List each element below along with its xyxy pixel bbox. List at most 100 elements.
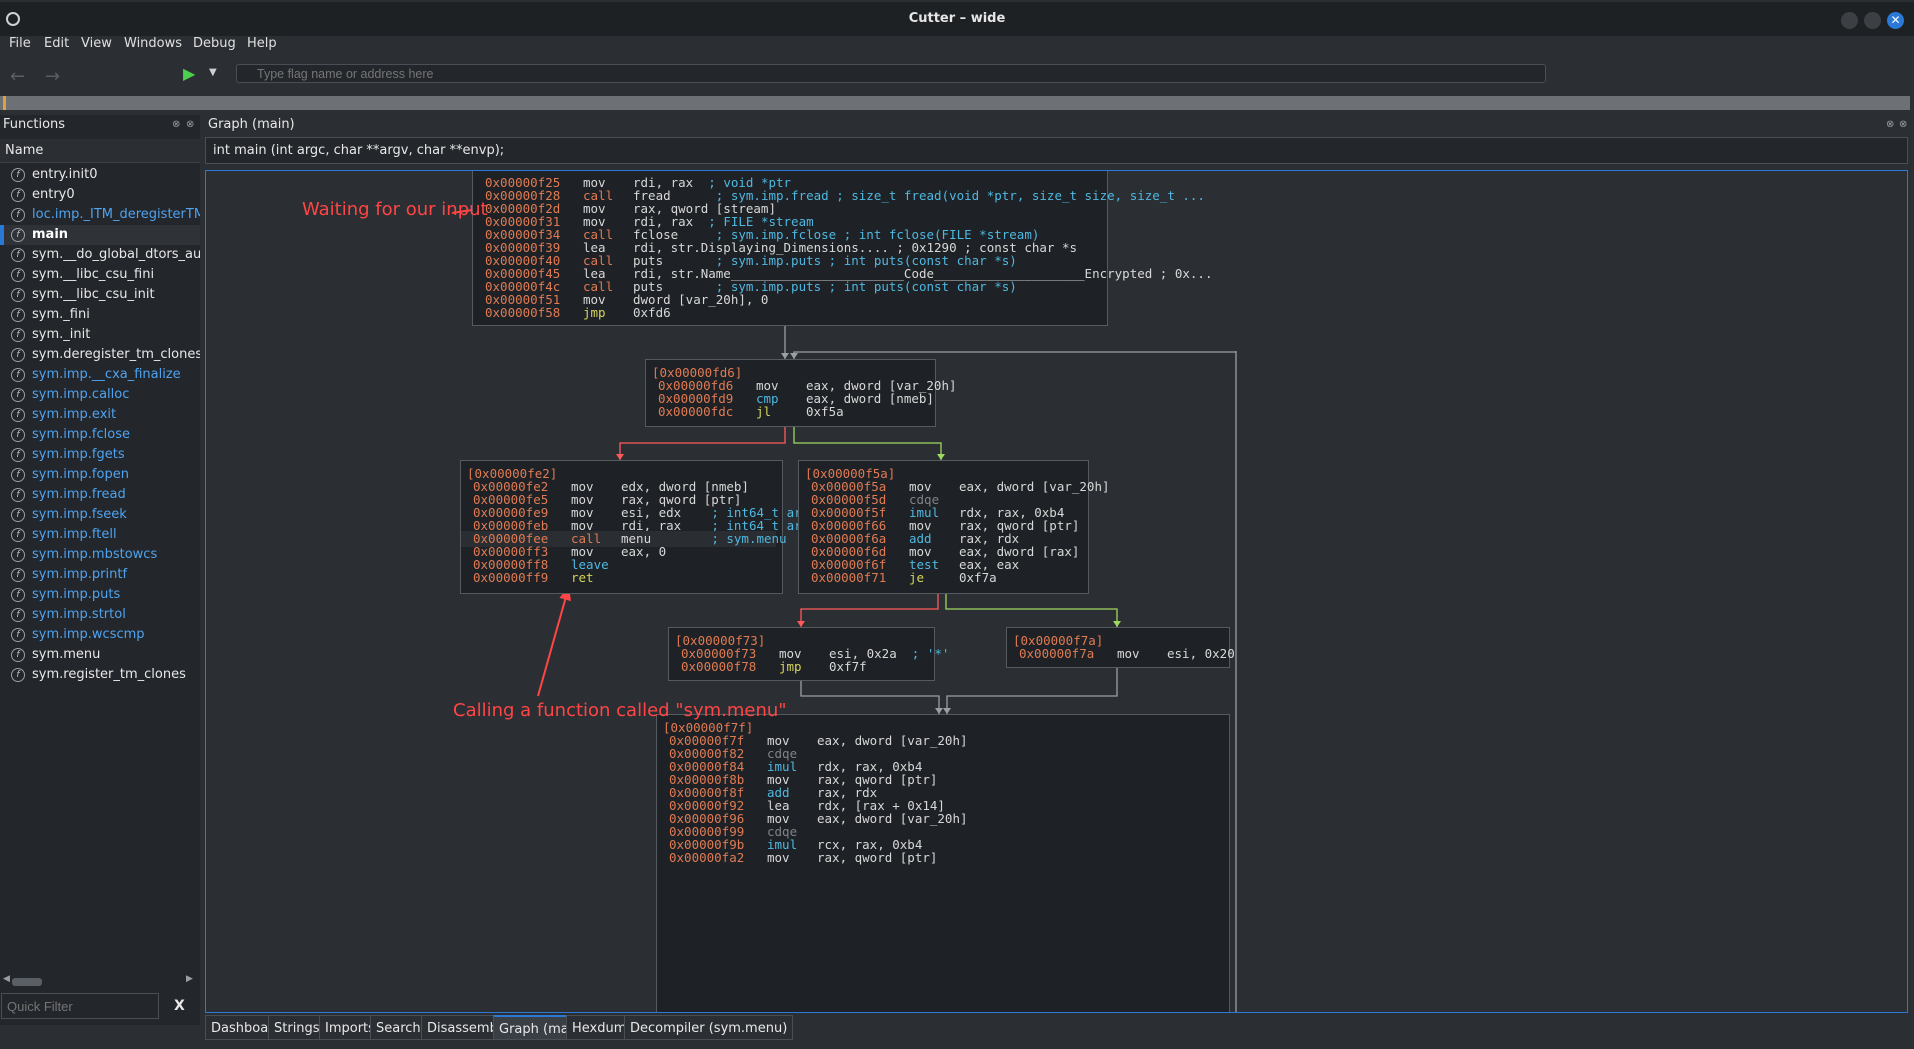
function-name: sym.imp.strtol [32, 607, 126, 622]
map-position-marker [3, 96, 6, 110]
function-item[interactable]: f sym.__do_global_dtors_aux [0, 245, 200, 265]
instruction-row[interactable]: 0x00000f78 jmp 0xf7f [669, 659, 928, 675]
instruction-row[interactable]: 0x00000fdc jl 0xf5a [646, 404, 929, 420]
dock-close-icon[interactable]: ⊗ [186, 119, 194, 130]
function-item[interactable]: f entry.init0 [0, 165, 200, 185]
function-item[interactable]: f sym._init [0, 325, 200, 345]
basic-block[interactable]: [0x00000fe2] 0x00000fe2 mov edx, dword [nme… [460, 460, 817, 594]
close-window-button[interactable]: ✕ [1887, 12, 1904, 29]
function-item[interactable]: f sym.__libc_csu_fini [0, 265, 200, 285]
menu-windows[interactable]: Windows [124, 36, 182, 51]
function-icon: f [11, 648, 25, 662]
function-item[interactable]: f main [0, 225, 200, 245]
basic-block[interactable]: [0x00000f5a] 0x00000f5a mov eax, dword [var… [798, 460, 1110, 594]
tab-search[interactable]: Search [370, 1015, 427, 1040]
scroll-thumb[interactable] [12, 978, 42, 986]
basic-block[interactable]: [0x00000f7f] 0x00000f7f mov eax, dword [var… [656, 714, 1230, 1012]
basic-block[interactable]: 0x00000f25 mov rdi, rax ; void *ptr 0x00000… [472, 171, 1212, 326]
functions-column-header[interactable]: Name [0, 139, 200, 163]
function-item[interactable]: f loc.imp._ITM_deregisterTMC [0, 205, 200, 225]
forward-arrow-icon[interactable]: → [45, 66, 75, 88]
minimize-button[interactable] [1841, 12, 1858, 29]
functions-list: f entry.init0 f entry0 f loc.imp._ITM_deregis… [0, 165, 200, 685]
function-item[interactable]: f sym.imp.fread [0, 485, 200, 505]
function-name: loc.imp._ITM_deregisterTMC [32, 207, 200, 222]
instruction-row[interactable]: 0x00000fa2 mov rax, qword [ptr] [657, 850, 1223, 866]
function-name: sym.__libc_csu_init [32, 287, 155, 302]
function-item[interactable]: f sym._fini [0, 305, 200, 325]
function-icon: f [11, 668, 25, 682]
edge-f5a-f73 [800, 594, 939, 627]
window-title: Cutter – wide [908, 11, 1006, 26]
basic-block[interactable]: [0x00000f7a] 0x00000f7a mov esi, 0x20 [1006, 627, 1235, 668]
graph-canvas[interactable]: 0x00000f25 mov rdi, rax ; void *ptr 0x00000… [205, 170, 1908, 1013]
function-icon: f [11, 548, 25, 562]
basic-block[interactable]: [0x00000fd6] 0x00000fd6 mov eax, dword [var… [645, 359, 957, 427]
function-name: sym.imp.puts [32, 587, 121, 602]
instruction-address: 0x00000ff9 [473, 570, 549, 585]
function-item[interactable]: f sym.imp.fseek [0, 505, 200, 525]
menu-file[interactable]: File [9, 36, 31, 51]
function-icon: f [11, 168, 25, 182]
function-name: sym.imp.__cxa_finalize [32, 367, 181, 382]
function-name: sym.imp.fread [32, 487, 126, 502]
dock-float-icon[interactable]: ⊗ [172, 119, 180, 130]
back-arrow-icon[interactable]: ← [10, 66, 40, 88]
function-item[interactable]: f sym.imp.strtol [0, 605, 200, 625]
menu-debug[interactable]: Debug [193, 36, 236, 51]
instruction-row[interactable]: 0x00000f7a mov esi, 0x20 [1007, 646, 1235, 662]
function-item[interactable]: f sym.imp.mbstowcs [0, 545, 200, 565]
function-item[interactable]: f sym.imp.calloc [0, 385, 200, 405]
function-icon: f [11, 288, 25, 302]
function-item[interactable]: f sym.imp.fopen [0, 465, 200, 485]
tab-strings[interactable]: Strings [268, 1015, 326, 1040]
function-name: sym.imp.fopen [32, 467, 129, 482]
graph-dock-close-icon[interactable]: ⊗ [1899, 119, 1907, 130]
function-item[interactable]: f sym.register_tm_clones [0, 665, 200, 685]
function-name: sym.menu [32, 647, 101, 662]
function-icon: f [11, 388, 25, 402]
function-icon: f [11, 248, 25, 262]
function-item[interactable]: f sym.imp.puts [0, 585, 200, 605]
function-item[interactable]: f entry0 [0, 185, 200, 205]
function-name: entry.init0 [32, 167, 98, 182]
functions-hscrollbar[interactable]: ◀ ▶ [0, 974, 198, 987]
function-item[interactable]: f sym.deregister_tm_clones [0, 345, 200, 365]
function-item[interactable]: f sym.imp.wcscmp [0, 625, 200, 645]
function-item[interactable]: f sym.imp.fclose [0, 425, 200, 445]
function-icon: f [11, 428, 25, 442]
clear-filter-button[interactable]: X [174, 998, 185, 1014]
function-item[interactable]: f sym.imp.fgets [0, 445, 200, 465]
function-icon: f [11, 308, 25, 322]
menu-help[interactable]: Help [247, 36, 277, 51]
instruction-row[interactable]: 0x00000f58 jmp 0xfd6 [473, 305, 1101, 321]
function-icon: f [11, 208, 25, 222]
instruction-operands: 0xfd6 [633, 305, 671, 320]
maximize-button[interactable] [1864, 12, 1881, 29]
function-icon: f [11, 328, 25, 342]
start-debug-icon[interactable]: ▶ [183, 64, 195, 83]
function-item[interactable]: f sym.imp.printf [0, 565, 200, 585]
function-item[interactable]: f sym.menu [0, 645, 200, 665]
function-name: sym.imp.ftell [32, 527, 117, 542]
tab-decompiler-sym-menu[interactable]: Decompiler (sym.menu) [624, 1015, 794, 1040]
instruction-row[interactable]: 0x00000ff9 ret [461, 570, 776, 586]
menu-view[interactable]: View [81, 36, 112, 51]
menu-edit[interactable]: Edit [44, 36, 69, 51]
title-bar: Cutter – wide ✕ [0, 0, 1914, 36]
function-item[interactable]: f sym.imp.__cxa_finalize [0, 365, 200, 385]
search-input[interactable] [236, 64, 1546, 83]
scroll-left-icon[interactable]: ◀ [3, 974, 10, 984]
function-icon: f [11, 528, 25, 542]
function-item[interactable]: f sym.__libc_csu_init [0, 285, 200, 305]
instruction-mnemonic: jl [756, 404, 772, 419]
scroll-right-icon[interactable]: ▶ [186, 974, 193, 984]
function-item[interactable]: f sym.imp.ftell [0, 525, 200, 545]
function-item[interactable]: f sym.imp.exit [0, 405, 200, 425]
graph-dock-float-icon[interactable]: ⊗ [1886, 119, 1894, 130]
address-map-bar[interactable] [0, 96, 1910, 110]
debug-dropdown-icon[interactable]: ▼ [209, 67, 217, 78]
basic-block[interactable]: [0x00000f73] 0x00000f73 mov esi, 0x2a ; '*'… [668, 627, 949, 681]
instruction-row[interactable]: 0x00000f71 je 0xf7a [799, 570, 1082, 586]
quick-filter-input[interactable] [1, 993, 159, 1019]
